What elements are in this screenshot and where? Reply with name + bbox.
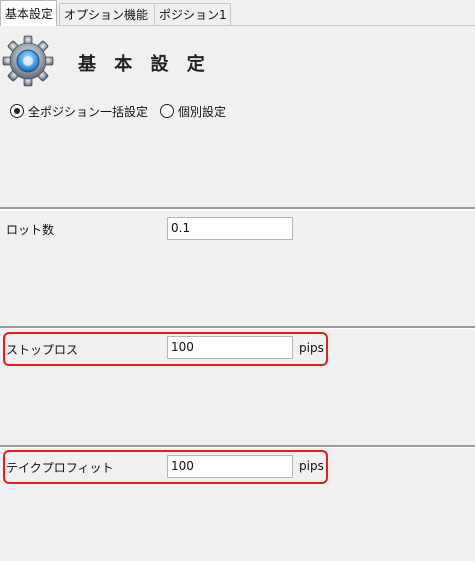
radio-all-positions[interactable] (10, 104, 24, 118)
gear-icon (2, 35, 54, 87)
page-title: 基 本 設 定 (78, 54, 211, 75)
stop-loss-label: ストップロス (6, 343, 79, 357)
position-mode-group: 全ポジション一括設定 個別設定 (10, 101, 238, 121)
page-header: 基 本 設 定 (0, 26, 475, 96)
take-profit-unit: pips (299, 459, 324, 473)
tab-option-features[interactable]: オプション機能 (59, 3, 155, 25)
section-divider (0, 326, 475, 329)
lot-input[interactable]: 0.1 (167, 217, 293, 240)
take-profit-input[interactable]: 100 (167, 455, 293, 478)
stop-loss-input[interactable]: 100 (167, 336, 293, 359)
stop-loss-unit: pips (299, 341, 324, 355)
tab-basic-settings[interactable]: 基本設定 (0, 0, 57, 26)
section-divider (0, 207, 475, 210)
radio-individual[interactable] (160, 104, 175, 118)
section-divider (0, 445, 475, 448)
tab-bar: 基本設定 オプション機能 ポジション1 (0, 0, 475, 26)
lot-label: ロット数 (6, 223, 55, 237)
radio-all-positions-label[interactable]: 全ポジション一括設定 (28, 103, 148, 120)
tab-position-1[interactable]: ポジション1 (154, 3, 231, 25)
settings-window: 基本設定 オプション機能 ポジション1 基 本 設 定 全ポジション一括設定 個… (0, 0, 475, 561)
radio-individual-label[interactable]: 個別設定 (178, 103, 226, 120)
take-profit-label: テイクプロフィット (6, 461, 114, 475)
